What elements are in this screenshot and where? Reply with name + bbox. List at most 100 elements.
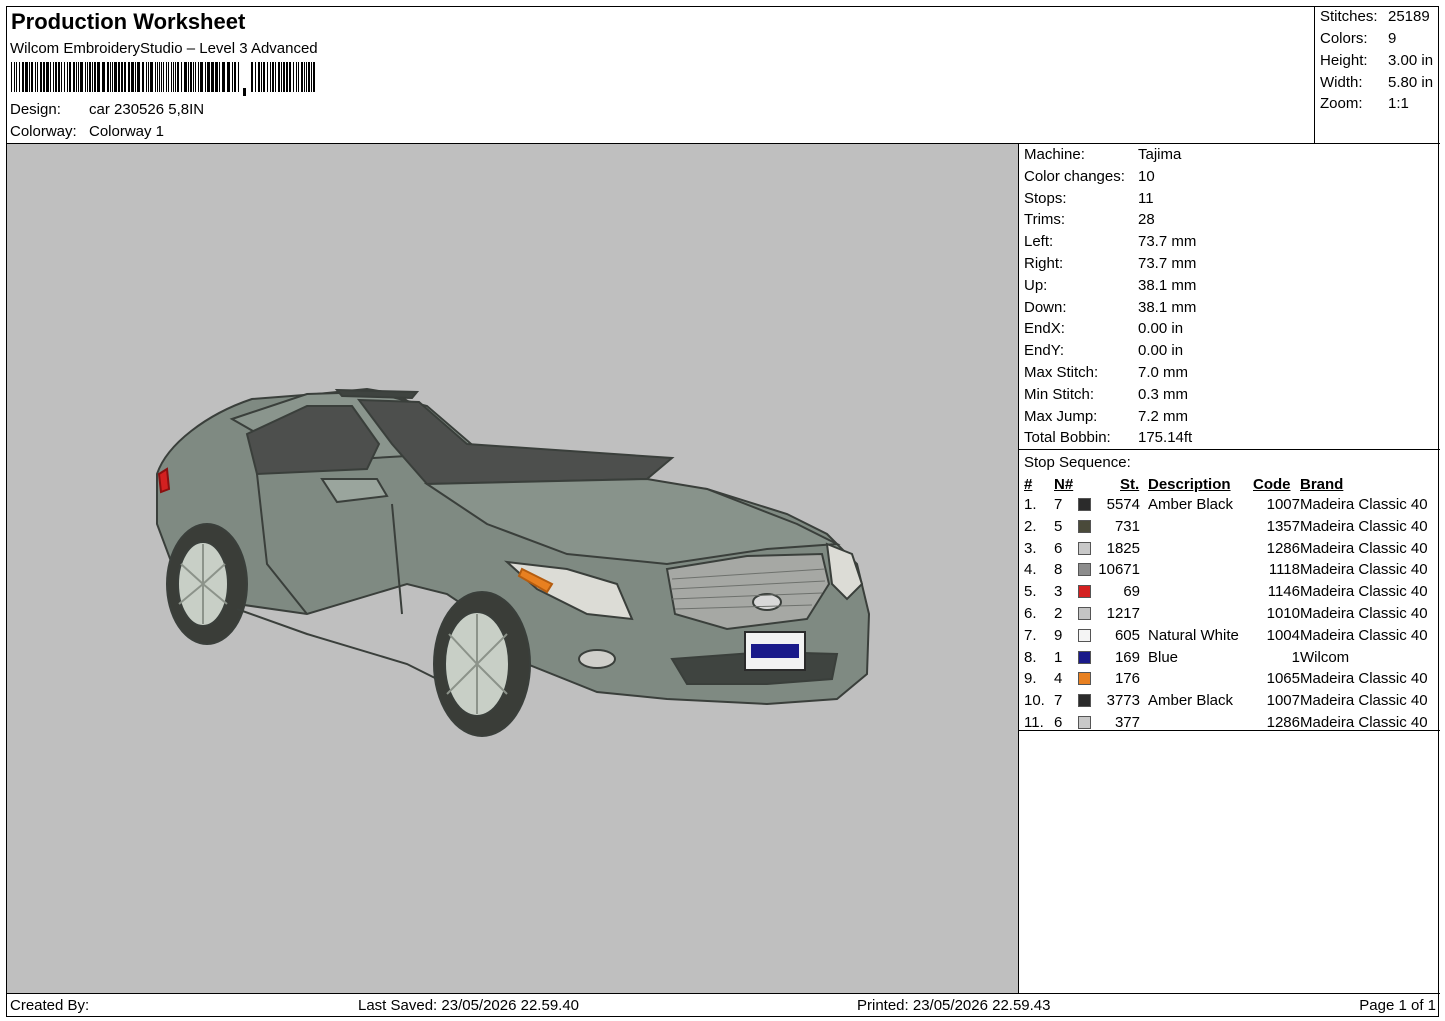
thread-code: 1146 bbox=[1267, 583, 1300, 601]
machine-info-label: EndX: bbox=[1024, 320, 1065, 338]
thread-brand: Wilcom bbox=[1300, 648, 1350, 666]
thread-description: Natural White bbox=[1148, 626, 1239, 644]
stop-index: 11. bbox=[1024, 714, 1044, 731]
zoom-row: Zoom: 1:1 bbox=[1320, 95, 1409, 112]
thread-brand: Madeira Classic 40 bbox=[1300, 714, 1428, 731]
thread-description: Blue bbox=[1148, 648, 1179, 666]
machine-info-label: Total Bobbin: bbox=[1024, 429, 1111, 447]
needle-number: 8 bbox=[1054, 561, 1063, 579]
stop-row: 7. 9 605 Natural White 1004 Madeira Classic 4… bbox=[1019, 627, 1440, 648]
stop-index: 3. bbox=[1024, 539, 1037, 557]
stop-row: 5. 3 69 1146 Madeira Classic 40 bbox=[1019, 583, 1440, 604]
zoom-value: 1:1 bbox=[1388, 95, 1409, 112]
machine-info-row: Machine: Tajima bbox=[1024, 146, 1181, 163]
stitch-count: 176 bbox=[1114, 670, 1140, 688]
thread-brand: Madeira Classic 40 bbox=[1300, 626, 1428, 644]
thread-color-swatch bbox=[1078, 541, 1091, 555]
stop-row: 6. 2 1217 1010 Madeira Classic 40 bbox=[1019, 605, 1440, 626]
thread-color-swatch bbox=[1078, 519, 1091, 533]
machine-info-row: Max Stitch: 7.0 mm bbox=[1024, 364, 1188, 381]
thread-code: 1004 bbox=[1266, 626, 1300, 644]
page-title: Production Worksheet bbox=[11, 9, 246, 34]
needle-number: 5 bbox=[1054, 517, 1063, 535]
machine-info-value: 10 bbox=[1138, 167, 1155, 185]
stitch-count: 605 bbox=[1114, 626, 1140, 644]
thread-code: 1286 bbox=[1266, 539, 1300, 557]
stop-row: 10. 7 3773 Amber Black 1007 Madeira Classic 4… bbox=[1019, 692, 1440, 713]
machine-info-row: Color changes: 10 bbox=[1024, 168, 1155, 185]
machine-info-value: 73.7 mm bbox=[1138, 255, 1197, 272]
machine-info-value: 0.3 mm bbox=[1138, 385, 1189, 403]
stop-index: 1. bbox=[1024, 496, 1037, 513]
worksheet-header: Production Worksheet Wilcom EmbroiderySt… bbox=[7, 7, 1440, 144]
machine-info-row: Max Jump: 7.2 mm bbox=[1024, 408, 1188, 425]
thread-brand: Madeira Classic 40 bbox=[1300, 605, 1428, 622]
thread-color-swatch bbox=[1078, 716, 1091, 729]
machine-info-row: Up: 38.1 mm bbox=[1024, 277, 1196, 294]
stop-index: 2. bbox=[1024, 517, 1037, 535]
colorway-value: Colorway 1 bbox=[89, 123, 165, 140]
machine-info-value: 0.00 in bbox=[1138, 342, 1184, 360]
page-number: Page 1 of 1 bbox=[1359, 997, 1436, 1014]
col-header-index: # bbox=[1024, 476, 1033, 493]
worksheet-frame: Production Worksheet Wilcom EmbroiderySt… bbox=[6, 6, 1440, 1018]
thread-code: 1007 bbox=[1266, 496, 1300, 513]
thread-brand: Madeira Classic 40 bbox=[1300, 496, 1428, 513]
stop-index: 6. bbox=[1024, 605, 1037, 622]
thread-code: 1007 bbox=[1266, 692, 1300, 710]
thread-description: Amber Black bbox=[1148, 692, 1234, 710]
thread-brand: Madeira Classic 40 bbox=[1300, 670, 1428, 688]
thread-color-swatch bbox=[1078, 650, 1091, 664]
machine-info-value: 0.00 in bbox=[1138, 320, 1184, 338]
design-value: car 230526 5,8IN bbox=[89, 101, 205, 118]
machine-info-label: Right: bbox=[1024, 255, 1064, 272]
stop-sequence-panel: Stop Sequence: # N# St. Description Code… bbox=[1019, 450, 1440, 731]
worksheet-footer: Created By: Last Saved: 23/05/2026 22.59… bbox=[7, 993, 1440, 1018]
stop-row: 3. 6 1825 1286 Madeira Classic 40 bbox=[1019, 540, 1440, 561]
machine-info-row: EndY: 0.00 in bbox=[1024, 342, 1183, 359]
machine-info-row: EndX: 0.00 in bbox=[1024, 320, 1183, 337]
stitch-count: 3773 bbox=[1106, 692, 1140, 710]
car-embroidery-image bbox=[156, 387, 871, 737]
width-value: 5.80 in bbox=[1388, 74, 1434, 91]
machine-info-label: Color changes: bbox=[1024, 167, 1125, 185]
stitch-count: 1825 bbox=[1106, 539, 1140, 557]
thread-code: 1 bbox=[1291, 648, 1300, 666]
colorway-label: Colorway: bbox=[10, 123, 77, 140]
thread-brand: Madeira Classic 40 bbox=[1300, 539, 1428, 557]
design-label: Design: bbox=[10, 101, 61, 118]
stitches-row: Stitches: 25189 bbox=[1320, 8, 1430, 25]
colors-label: Colors: bbox=[1320, 30, 1368, 47]
machine-info-label: Max Stitch: bbox=[1024, 364, 1099, 381]
machine-info-label: Up: bbox=[1024, 276, 1048, 294]
stop-index: 4. bbox=[1024, 561, 1037, 579]
thread-color-swatch bbox=[1078, 628, 1091, 642]
colorway-row: Colorway: Colorway 1 bbox=[10, 123, 164, 140]
stitches-label: Stitches: bbox=[1320, 8, 1378, 25]
needle-number: 7 bbox=[1054, 692, 1063, 710]
needle-number: 4 bbox=[1054, 670, 1063, 688]
thread-code: 1065 bbox=[1266, 670, 1300, 688]
stitch-count: 5574 bbox=[1106, 496, 1140, 513]
zoom-label: Zoom: bbox=[1320, 95, 1363, 112]
height-label: Height: bbox=[1320, 52, 1368, 69]
thread-color-swatch bbox=[1078, 672, 1091, 686]
machine-info-label: EndY: bbox=[1024, 342, 1065, 360]
machine-info-value: Tajima bbox=[1138, 146, 1182, 163]
created-by: Created By: bbox=[10, 997, 90, 1014]
last-saved: Last Saved: 23/05/2026 22.59.40 bbox=[358, 997, 580, 1014]
thread-brand: Madeira Classic 40 bbox=[1300, 517, 1428, 535]
machine-info-value: 11 bbox=[1138, 189, 1154, 207]
needle-number: 1 bbox=[1054, 648, 1063, 666]
design-preview bbox=[7, 144, 1019, 993]
thread-color-swatch bbox=[1078, 694, 1091, 708]
stop-row: 1. 7 5574 Amber Black 1007 Madeira Classic 40 bbox=[1019, 496, 1440, 517]
machine-info-value: 73.7 mm bbox=[1138, 233, 1197, 251]
needle-number: 7 bbox=[1054, 496, 1063, 513]
stitch-count: 731 bbox=[1114, 517, 1140, 535]
stitch-count: 1217 bbox=[1106, 605, 1140, 622]
machine-info-row: Trims: 28 bbox=[1024, 211, 1155, 228]
stitch-count: 10671 bbox=[1098, 561, 1140, 579]
machine-info-value: 28 bbox=[1138, 211, 1155, 229]
machine-info-row: Stops: 11 bbox=[1024, 190, 1154, 207]
